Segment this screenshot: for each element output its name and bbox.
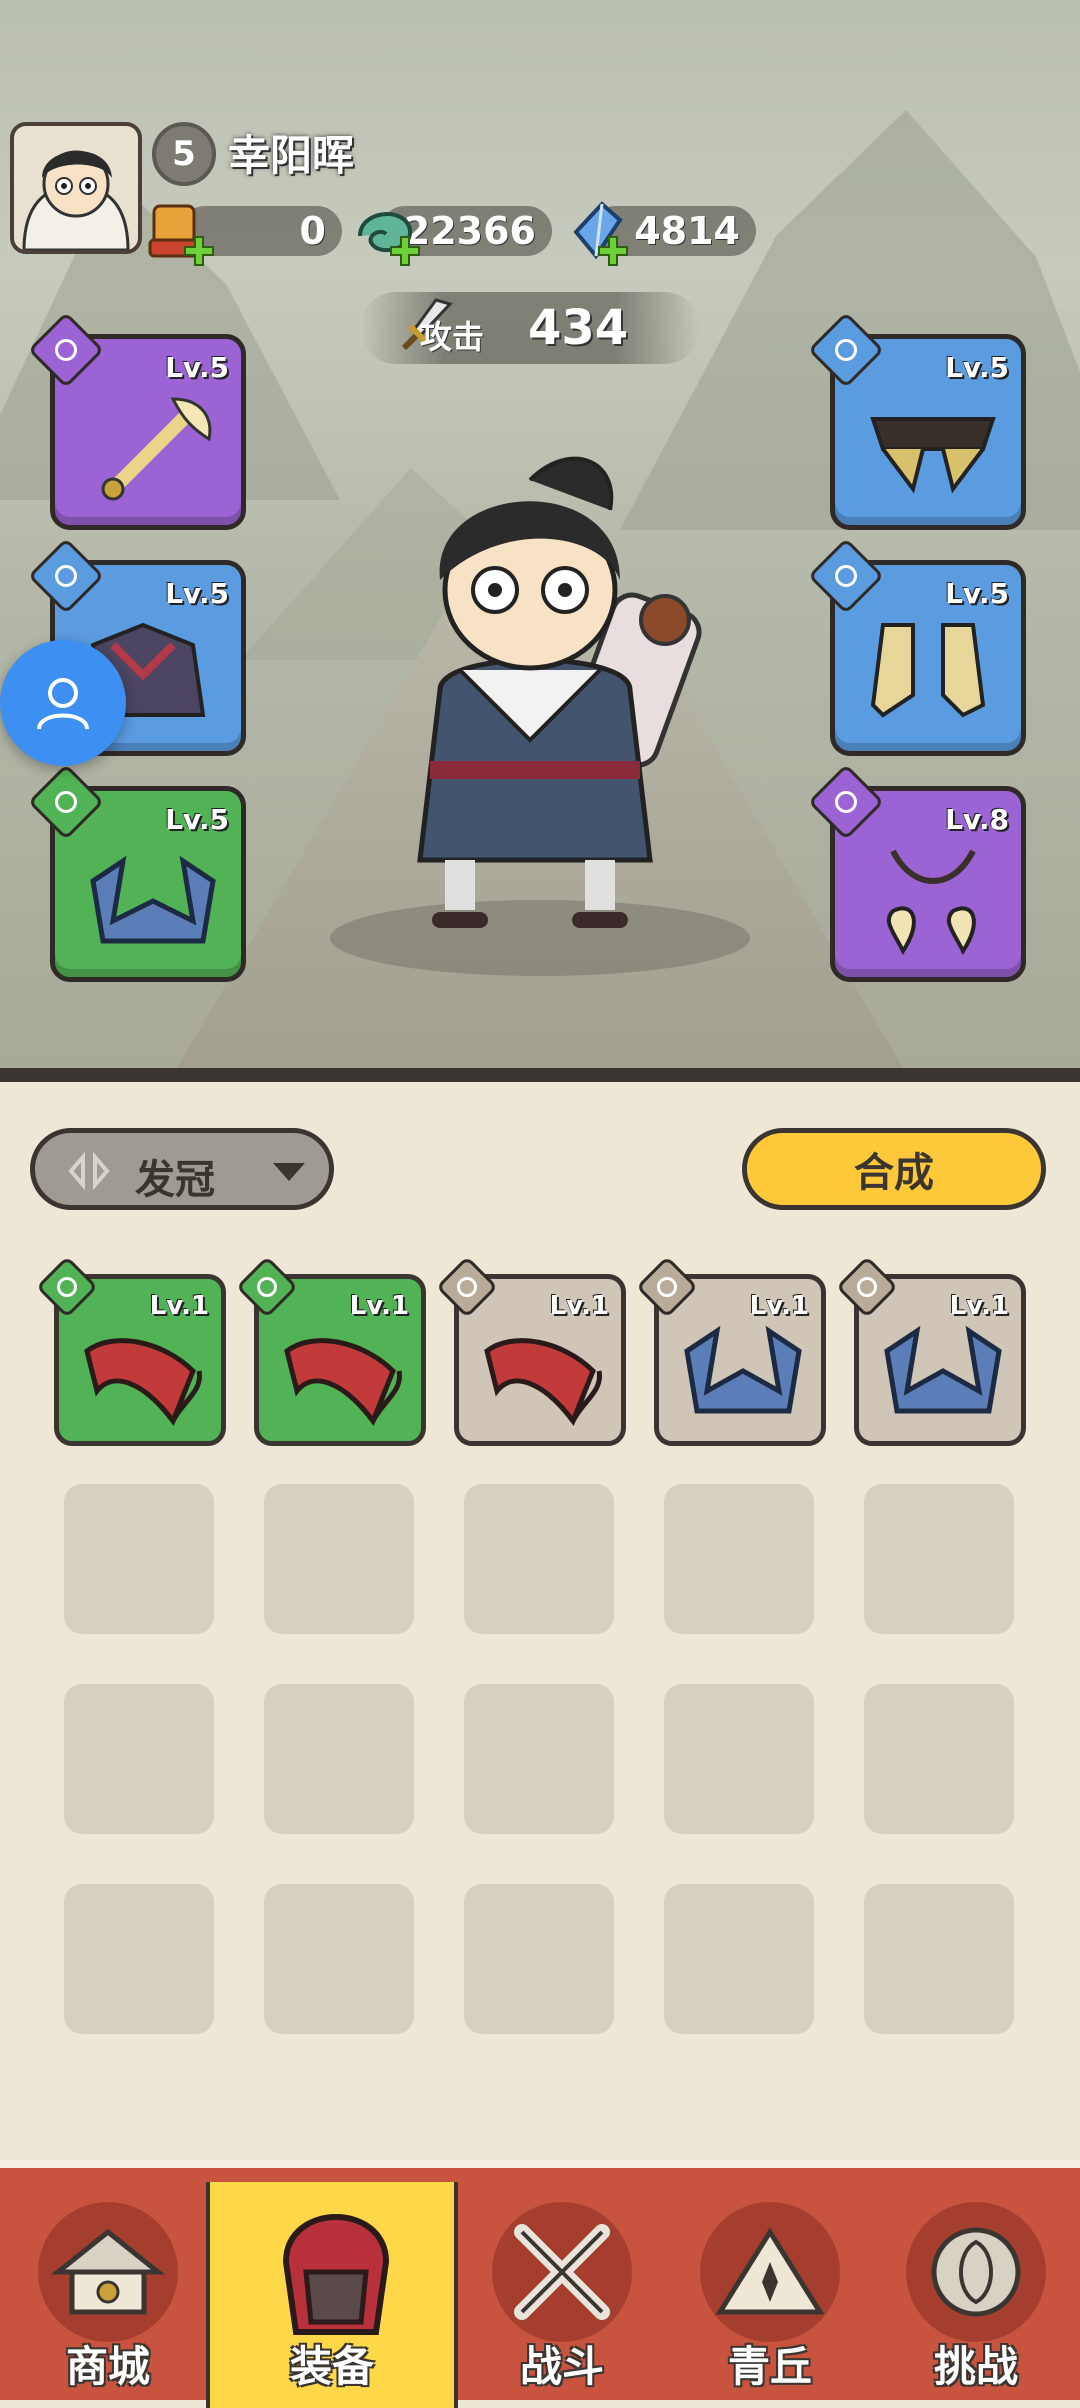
- inventory-item[interactable]: Lv.1: [435, 1255, 626, 1446]
- nav-label-equipment: 装备: [289, 2342, 374, 2391]
- empty-inventory-slot[interactable]: [464, 1684, 614, 1834]
- challenge-icon: [931, 2227, 1021, 2317]
- empty-inventory-slot[interactable]: [264, 1884, 414, 2034]
- belt-icon: [870, 417, 996, 494]
- empty-inventory-slot[interactable]: [664, 1884, 814, 2034]
- equipment-icon: [282, 2214, 390, 2335]
- equip-slot-accessory[interactable]: Lv.8: [807, 763, 1026, 982]
- filter-label: 发冠: [135, 1157, 215, 1203]
- empty-inventory-slot[interactable]: [464, 1884, 614, 2034]
- crystal-currency-add-button[interactable]: [596, 234, 630, 268]
- chevron-down-icon: [273, 1163, 305, 1181]
- battle-icon: [514, 2224, 610, 2320]
- nav-tab-challenge[interactable]: 挑战: [876, 2182, 1076, 2408]
- scroll-currency-value: 0: [299, 209, 326, 253]
- boots-icon: [870, 623, 986, 718]
- red-crown-icon: [484, 1338, 602, 1427]
- scene-divider: [0, 1068, 1080, 1082]
- blue-crown-icon: [884, 1325, 1002, 1414]
- blue-crown-icon: [684, 1325, 802, 1414]
- empty-inventory-slot[interactable]: [864, 1484, 1014, 1634]
- inventory-item[interactable]: Lv.1: [635, 1255, 826, 1446]
- floating-user-button[interactable]: [0, 640, 126, 766]
- bottom-navigation: 商城 装备 战斗 青丘 挑战: [0, 2160, 1080, 2408]
- compose-button[interactable]: 合成: [742, 1128, 1046, 1210]
- nav-tab-equipment[interactable]: 装备: [206, 2182, 458, 2408]
- shop-icon: [50, 2228, 166, 2315]
- empty-inventory-slot[interactable]: [664, 1684, 814, 1834]
- nav-tab-qingqiu[interactable]: 青丘: [670, 2182, 870, 2408]
- nav-tab-battle[interactable]: 战斗: [462, 2182, 662, 2408]
- equip-slot-belt[interactable]: Lv.5: [807, 311, 1026, 530]
- nav-label-shop: 商城: [65, 2342, 150, 2391]
- nav-label-battle: 战斗: [519, 2342, 604, 2391]
- category-filter-dropdown[interactable]: 发冠: [30, 1128, 334, 1210]
- crystal-currency-value: 4814: [634, 209, 740, 253]
- inventory-item[interactable]: Lv.1: [235, 1255, 426, 1446]
- player-character: [380, 440, 720, 960]
- jade-currency-add-button[interactable]: [388, 234, 422, 268]
- player-name: 幸阳晖: [228, 131, 355, 180]
- equip-slot-weapon[interactable]: Lv.5: [27, 311, 246, 530]
- empty-inventory-slot[interactable]: [864, 1684, 1014, 1834]
- empty-inventory-slot[interactable]: [64, 1484, 214, 1634]
- fang-necklace-icon: [886, 849, 976, 955]
- empty-inventory-slot[interactable]: [64, 1884, 214, 2034]
- empty-inventory-slot[interactable]: [864, 1884, 1014, 2034]
- attack-label: 攻击: [420, 318, 485, 356]
- red-crown-icon: [84, 1338, 202, 1427]
- user-icon: [37, 678, 89, 730]
- inventory-item[interactable]: Lv.1: [835, 1255, 1026, 1446]
- scroll-currency-add-button[interactable]: [182, 234, 216, 268]
- empty-inventory-slot[interactable]: [464, 1484, 614, 1634]
- player-level-badge: 5: [152, 122, 216, 186]
- attack-stat: 攻击 434: [360, 292, 700, 364]
- fan-weapon-icon: [101, 397, 212, 501]
- equip-slot-headgear[interactable]: Lv.5: [27, 763, 246, 982]
- nav-tab-shop[interactable]: 商城: [8, 2182, 208, 2408]
- inventory-item[interactable]: Lv.1: [35, 1255, 226, 1446]
- empty-inventory-slot[interactable]: [664, 1484, 814, 1634]
- blue-crown-icon: [90, 855, 216, 944]
- qingqiu-icon: [715, 2227, 825, 2315]
- empty-inventory-slot[interactable]: [264, 1684, 414, 1834]
- empty-inventory-slot[interactable]: [264, 1484, 414, 1634]
- red-crown-icon: [284, 1338, 402, 1427]
- nav-label-challenge: 挑战: [933, 2342, 1018, 2391]
- attack-value: 434: [528, 300, 629, 356]
- equip-slot-boots[interactable]: Lv.5: [807, 537, 1026, 756]
- player-avatar[interactable]: [10, 122, 142, 254]
- nav-label-qingqiu: 青丘: [727, 2342, 812, 2391]
- empty-inventory-slot[interactable]: [64, 1684, 214, 1834]
- headgear-category-icon: [68, 1151, 110, 1191]
- jade-currency-value: 22366: [403, 209, 536, 253]
